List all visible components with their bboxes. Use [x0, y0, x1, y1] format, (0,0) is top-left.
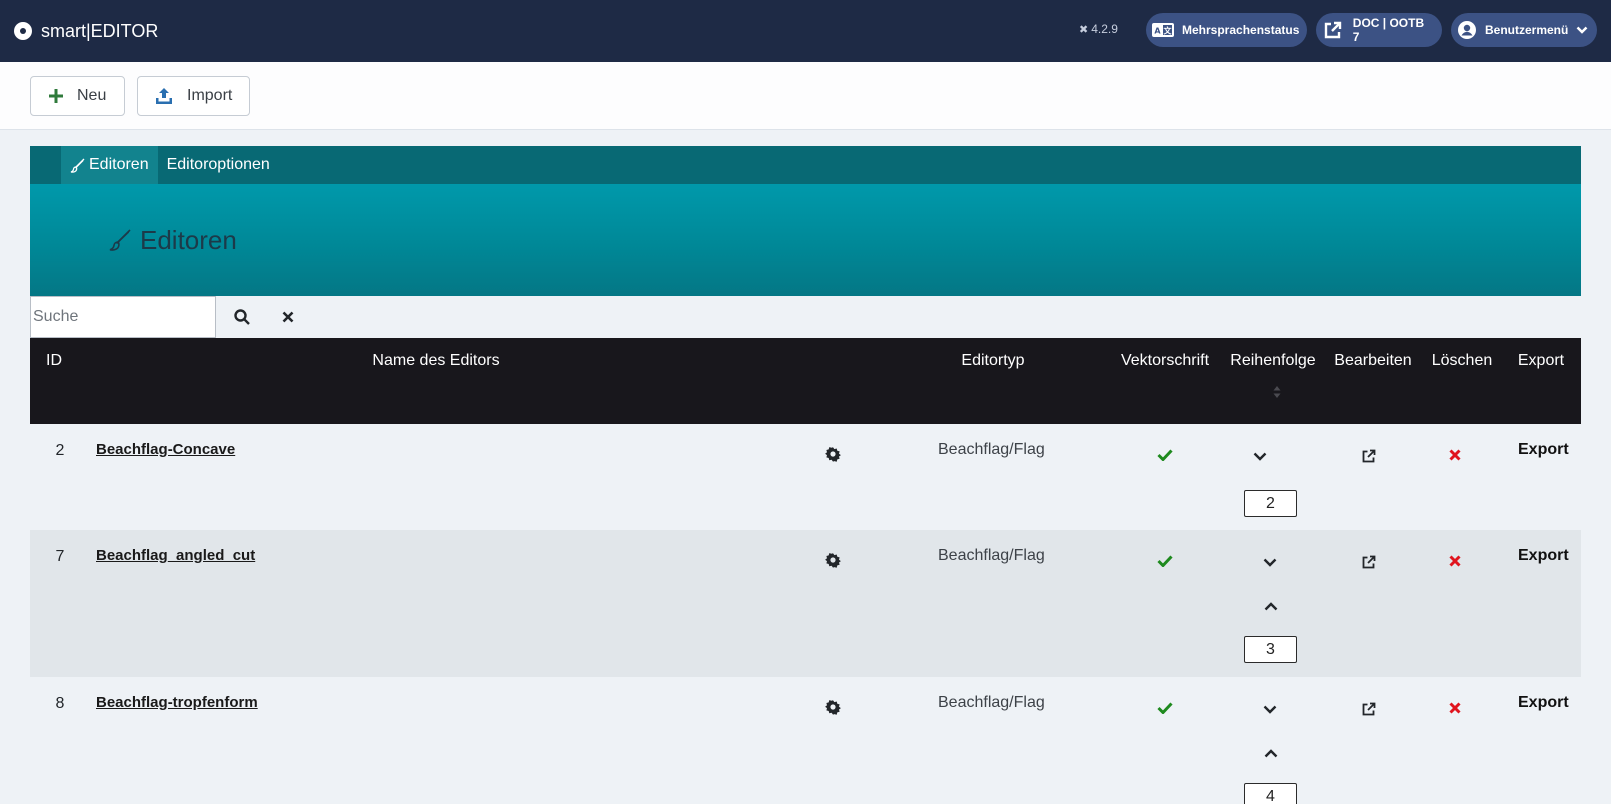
table-row: 7 Beachflag_angled_cut Beachflag/Flag Ex… — [30, 530, 1581, 677]
column-id[interactable]: ID — [46, 352, 62, 370]
column-order[interactable]: Reihenfolge — [1230, 352, 1315, 370]
tab-editoren[interactable]: Editoren — [61, 146, 158, 184]
paintbrush-icon — [70, 158, 85, 173]
search-icon — [234, 309, 250, 325]
clear-search-button[interactable] — [272, 301, 304, 333]
export-link[interactable]: Export — [1518, 547, 1569, 565]
row-id: 8 — [55, 695, 65, 712]
language-status-label: Mehrsprachenstatus — [1182, 23, 1300, 37]
move-up-button[interactable] — [1264, 745, 1278, 763]
joomla-icon: ✖ — [1079, 23, 1089, 36]
column-export: Export — [1517, 352, 1565, 369]
tab-editoroptionen[interactable]: Editoroptionen — [158, 146, 279, 184]
check-icon — [1157, 554, 1173, 572]
row-name-link[interactable]: Beachflag_angled_cut — [96, 547, 255, 564]
language-icon: A文 — [1152, 18, 1174, 42]
gear-icon[interactable] — [825, 446, 841, 467]
row-type: Beachflag/Flag — [938, 694, 1045, 711]
app-logo[interactable]: smart|EDITOR — [14, 21, 158, 42]
import-button[interactable]: Import — [137, 76, 250, 116]
close-icon — [282, 311, 294, 323]
move-down-button[interactable] — [1263, 701, 1277, 719]
user-menu-button[interactable]: Benutzermenü — [1451, 13, 1597, 47]
app-title: smart|EDITOR — [41, 20, 159, 41]
language-status-button[interactable]: A文 Mehrsprachenstatus — [1146, 13, 1307, 47]
sort-icon[interactable] — [1273, 385, 1281, 399]
move-down-button[interactable] — [1253, 448, 1267, 466]
move-down-button[interactable] — [1263, 554, 1277, 572]
gear-icon[interactable] — [825, 699, 841, 720]
column-type[interactable]: Editortyp — [961, 352, 1024, 370]
doc-link-label: DOC | OOTB 7 — [1352, 16, 1425, 44]
upload-icon — [155, 87, 173, 105]
svg-text:文: 文 — [1164, 26, 1173, 36]
user-menu-label: Benutzermenü — [1485, 23, 1569, 37]
external-link-icon — [1322, 18, 1345, 42]
move-up-button[interactable] — [1264, 598, 1278, 616]
table-row: 8 Beachflag-tropfenform Beachflag/Flag E… — [30, 677, 1581, 804]
column-delete: Löschen — [1431, 352, 1493, 369]
new-button[interactable]: Neu — [30, 76, 125, 116]
version-label: 4.2.9 — [1091, 22, 1118, 36]
page-title-label: Editoren — [140, 224, 237, 255]
page-banner: Editoren — [30, 184, 1581, 296]
row-type: Beachflag/Flag — [938, 441, 1045, 458]
delete-button[interactable] — [1449, 448, 1461, 466]
edit-button[interactable] — [1362, 702, 1376, 721]
toolbar: Neu Import — [0, 62, 1611, 130]
row-name-link[interactable]: Beachflag-Concave — [96, 441, 235, 458]
tab-editoroptionen-label: Editoroptionen — [166, 156, 270, 173]
sub-navigation: Editoren Editoroptionen — [30, 146, 1581, 184]
search-input[interactable] — [30, 296, 216, 338]
row-id: 2 — [55, 442, 65, 459]
column-name[interactable]: Name des Editors — [372, 352, 499, 370]
edit-button[interactable] — [1362, 449, 1376, 468]
row-id: 7 — [55, 548, 65, 565]
new-button-label: Neu — [77, 87, 107, 104]
delete-button[interactable] — [1449, 701, 1461, 719]
chevron-down-icon — [1576, 26, 1588, 34]
user-circle-icon — [1457, 18, 1477, 42]
tab-editoren-label: Editoren — [89, 156, 149, 173]
column-edit: Bearbeiten — [1334, 352, 1412, 369]
table-row: 2 Beachflag-Concave Beachflag/Flag Expor… — [30, 424, 1581, 530]
table-header: ID Name des Editors Editortyp Vektorschr… — [30, 338, 1581, 424]
page-title: Editoren — [108, 225, 237, 256]
svg-text:A: A — [1154, 27, 1161, 36]
paintbrush-icon — [108, 228, 132, 252]
export-link[interactable]: Export — [1518, 694, 1569, 712]
order-input[interactable] — [1244, 490, 1297, 517]
version-info: ✖ 4.2.9 — [1079, 22, 1118, 36]
row-name-link[interactable]: Beachflag-tropfenform — [96, 694, 258, 711]
delete-button[interactable] — [1449, 554, 1461, 572]
export-link[interactable]: Export — [1518, 441, 1569, 459]
edit-button[interactable] — [1362, 555, 1376, 574]
order-input[interactable] — [1244, 783, 1297, 804]
order-input[interactable] — [1244, 636, 1297, 663]
doc-link-button[interactable]: DOC | OOTB 7 — [1316, 13, 1442, 47]
column-vector[interactable]: Vektorschrift — [1121, 352, 1209, 370]
search-button[interactable] — [226, 301, 258, 333]
gear-icon[interactable] — [825, 552, 841, 573]
row-type: Beachflag/Flag — [938, 547, 1045, 564]
plus-icon — [49, 89, 63, 103]
circle-logo-icon — [14, 22, 32, 40]
check-icon — [1157, 448, 1173, 466]
check-icon — [1157, 701, 1173, 719]
import-button-label: Import — [187, 87, 233, 104]
